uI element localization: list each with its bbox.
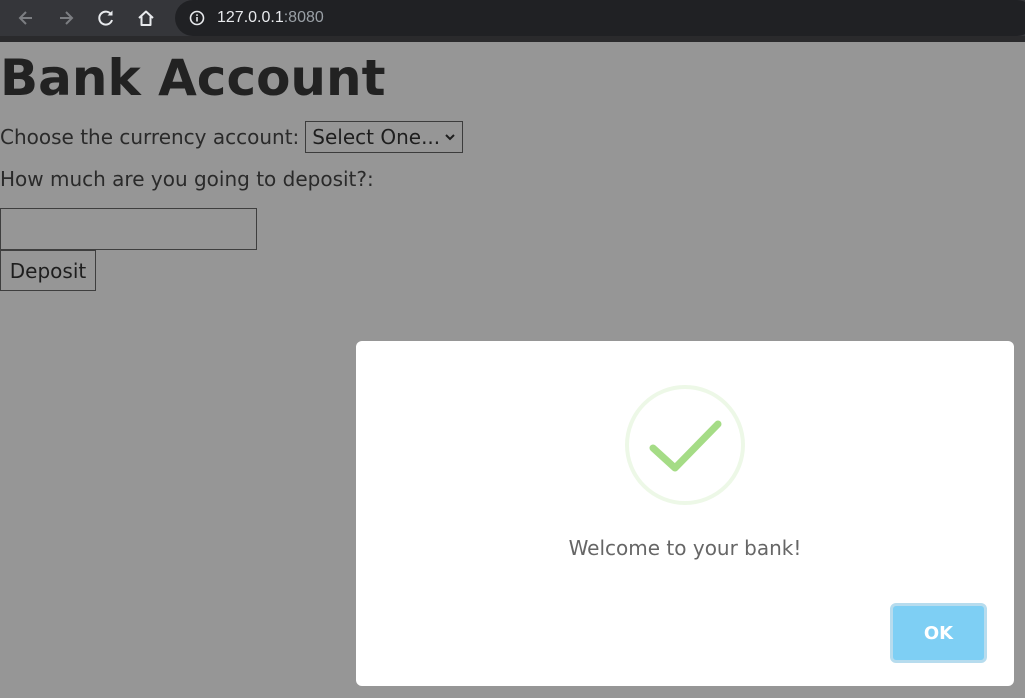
modal-message: Welcome to your bank! [568,536,802,560]
browser-toolbar: 127.0.0.1:8080 [0,0,1025,42]
currency-label: Choose the currency account: [0,125,300,149]
success-check-icon [625,385,745,505]
home-icon[interactable] [132,4,160,32]
back-arrow-icon[interactable] [12,4,40,32]
ok-button[interactable]: OK [890,603,987,663]
deposit-button[interactable]: Deposit [0,250,96,291]
deposit-amount-input[interactable] [0,208,257,250]
page-title: Bank Account [0,49,386,107]
forward-arrow-icon[interactable] [52,4,80,32]
url-host: 127.0.0.1 [217,9,284,26]
address-bar[interactable]: 127.0.0.1:8080 [175,0,1025,36]
success-modal: Welcome to your bank! OK [356,341,1014,686]
deposit-label: How much are you going to deposit?: [0,167,374,191]
chevron-down-icon [444,132,456,142]
url-text: 127.0.0.1:8080 [217,9,324,27]
reload-icon[interactable] [92,4,120,32]
url-port: :8080 [283,9,324,26]
currency-row: Choose the currency account: Select One.… [0,120,464,154]
info-icon[interactable] [189,10,205,26]
currency-select-value: Select One... [312,125,441,149]
currency-select[interactable]: Select One... [305,121,464,153]
